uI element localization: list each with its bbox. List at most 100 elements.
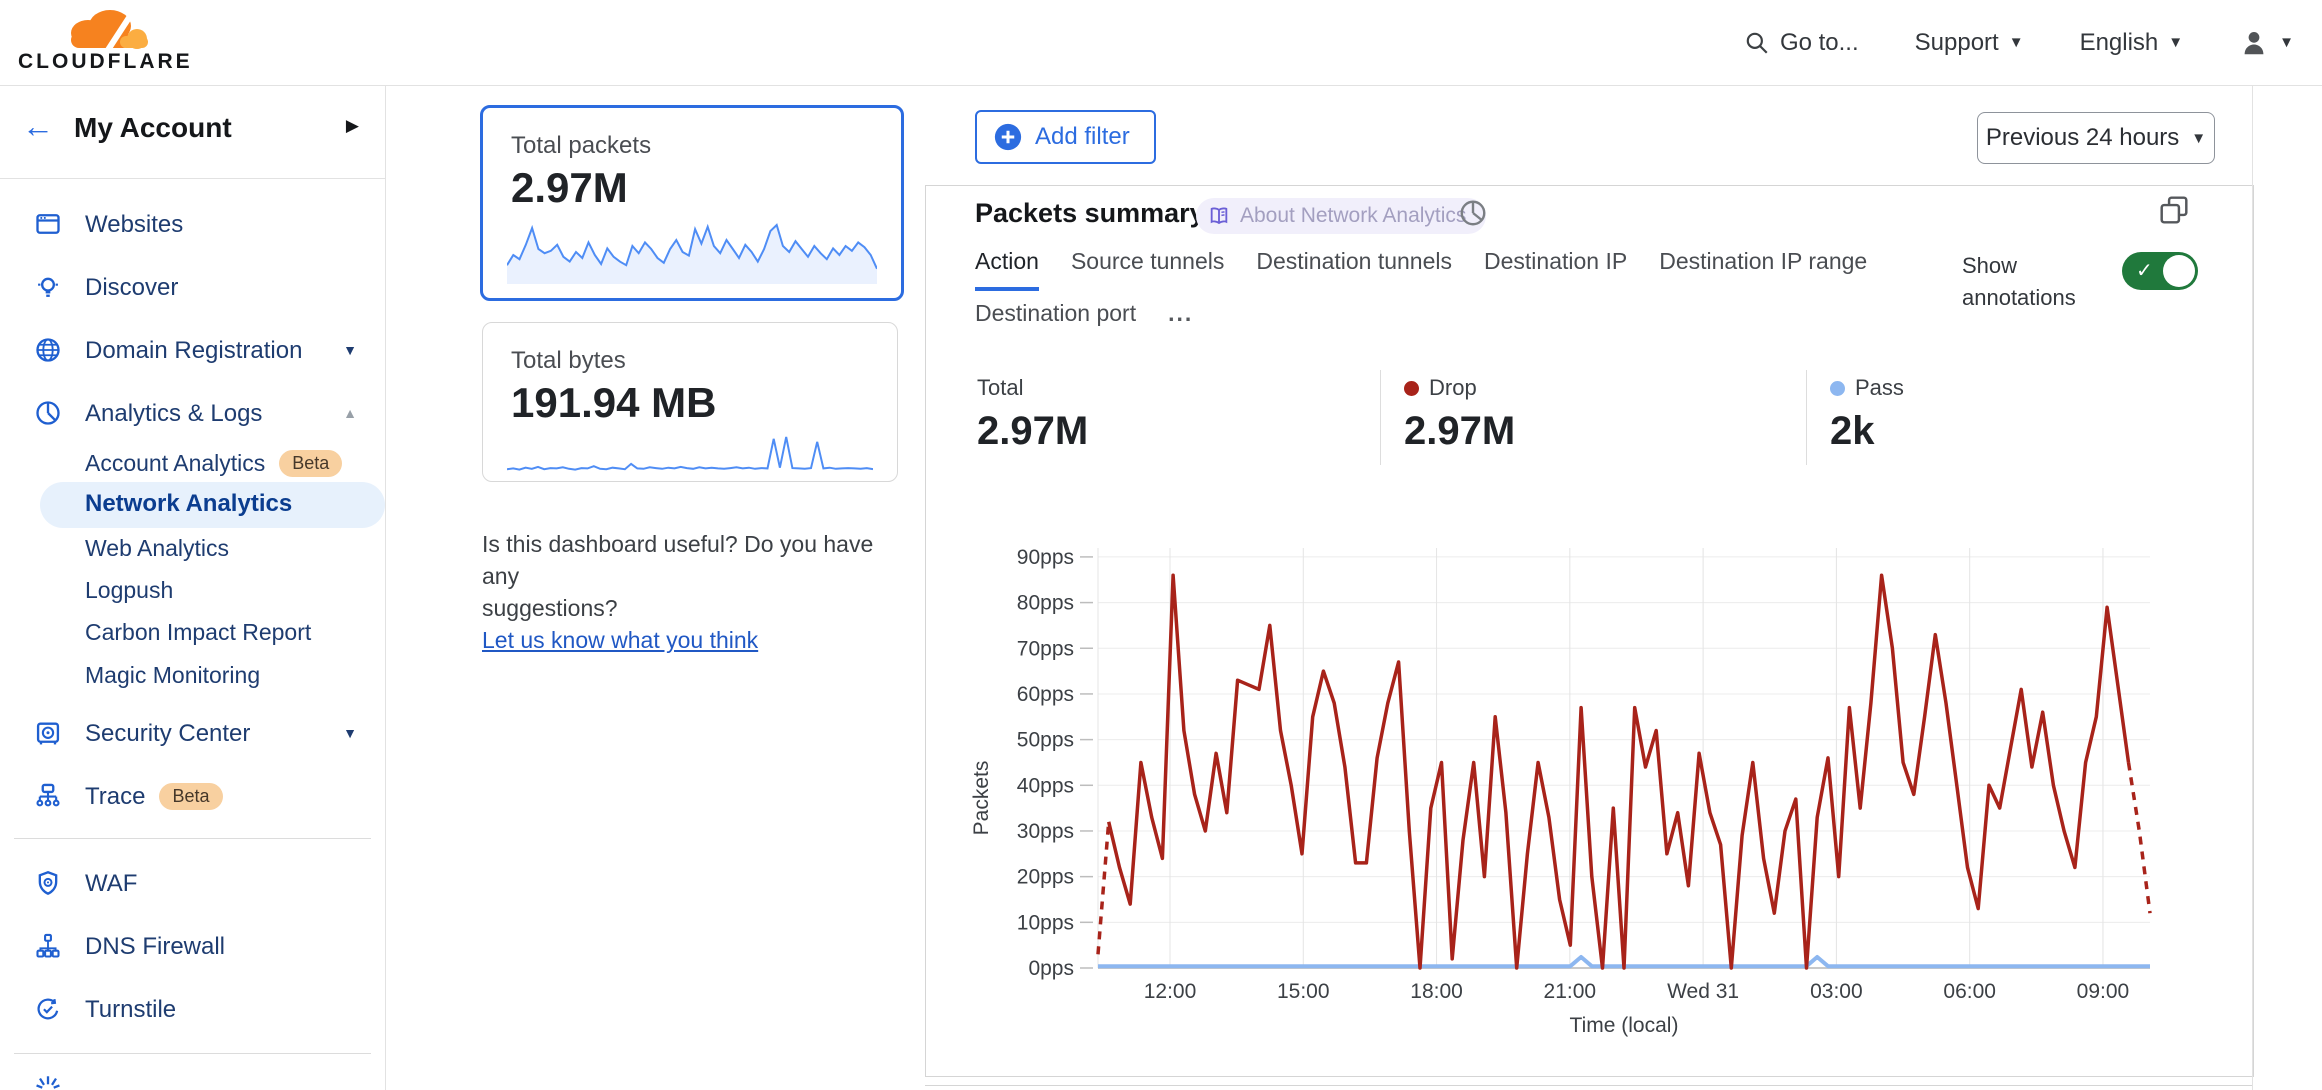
chevron-down-icon: ▼ (2191, 130, 2206, 147)
feedback-link[interactable]: Let us know what you think (482, 627, 758, 653)
chevron-down-icon: ▼ (2009, 34, 2024, 51)
card-value: 191.94 MB (511, 379, 716, 427)
stat-pass-value: 2k (1830, 409, 1904, 454)
check-icon: ✓ (2136, 258, 2153, 283)
expand-panel-icon[interactable] (2158, 194, 2190, 226)
stat-pass: Pass 2k (1830, 375, 1904, 454)
sidebar-item-network-analytics[interactable]: Network Analytics (40, 482, 385, 528)
svg-text:12:00: 12:00 (1144, 980, 1197, 1003)
beta-badge: Beta (159, 783, 222, 810)
cloudflare-cloud-icon (58, 6, 154, 52)
packets-sparkline (507, 218, 877, 284)
svg-text:10pps: 10pps (1017, 911, 1074, 934)
pie-chart-icon[interactable] (1458, 198, 1488, 228)
tabs-overflow-button[interactable]: ... (1168, 300, 1193, 339)
sidebar-item-turnstile[interactable]: Turnstile (0, 987, 385, 1031)
svg-text:18:00: 18:00 (1410, 980, 1463, 1003)
tab-destination-tunnels[interactable]: Destination tunnels (1256, 248, 1452, 291)
sidebar-item-security-center[interactable]: Security Center ▼ (0, 711, 385, 755)
sidebar-item-analytics-logs[interactable]: Analytics & Logs ▲ (0, 391, 385, 435)
sidebar-item-magic-monitoring[interactable]: Magic Monitoring (0, 656, 385, 696)
sidebar-item-trace[interactable]: TraceBeta (0, 774, 385, 818)
packets-time-series-chart[interactable]: 0pps10pps20pps30pps40pps50pps60pps70pps8… (960, 540, 2210, 1048)
hierarchy-icon (34, 932, 62, 960)
sidebar-item-logpush[interactable]: Logpush (0, 571, 385, 611)
sidebar-item-discover[interactable]: Discover (0, 265, 385, 309)
stat-total: Total 2.97M (977, 375, 1088, 454)
chevron-down-icon: ▼ (2279, 34, 2294, 51)
svg-text:30pps: 30pps (1017, 820, 1074, 843)
language-menu[interactable]: English ▼ (2080, 29, 2184, 57)
book-icon (1208, 205, 1230, 227)
tab-action[interactable]: Action (975, 248, 1039, 291)
search-icon (1744, 30, 1770, 56)
pie-chart-icon (34, 399, 62, 427)
svg-text:Packets: Packets (970, 761, 993, 836)
tab-destination-ip[interactable]: Destination IP (1484, 248, 1627, 291)
chevron-up-icon: ▲ (343, 405, 357, 421)
account-menu[interactable]: ▼ (2239, 28, 2294, 58)
chevron-down-icon: ▼ (2168, 34, 2183, 51)
go-to-label: Go to... (1780, 29, 1859, 57)
divider (14, 1053, 371, 1054)
browser-window-icon (34, 210, 62, 238)
sidebar-item-dns-firewall[interactable]: DNS Firewall (0, 924, 385, 968)
tab-destination-ip-range[interactable]: Destination IP range (1659, 248, 1867, 291)
total-bytes-card[interactable]: Total bytes 191.94 MB (482, 322, 898, 482)
about-network-analytics-badge[interactable]: About Network Analytics (1196, 198, 1486, 234)
account-header: ← My Account ▶ (0, 86, 385, 178)
sidebar-item-carbon-impact-report[interactable]: Carbon Impact Report (0, 613, 385, 653)
tab-source-tunnels[interactable]: Source tunnels (1071, 248, 1224, 291)
svg-text:50pps: 50pps (1017, 729, 1074, 752)
sidebar-item-account-analytics[interactable]: Account AnalyticsBeta (0, 444, 385, 484)
chevron-down-icon: ▼ (343, 342, 357, 358)
svg-text:Time (local): Time (local) (1570, 1014, 1679, 1037)
add-filter-button[interactable]: Add filter (975, 110, 1156, 164)
sidebar-item-websites[interactable]: Websites (0, 202, 385, 246)
svg-text:03:00: 03:00 (1810, 980, 1863, 1003)
dimension-tabs-row1: Action Source tunnels Destination tunnel… (975, 248, 1867, 291)
globe-icon (34, 336, 62, 364)
support-menu[interactable]: Support ▼ (1915, 29, 2024, 57)
go-to-search[interactable]: Go to... (1744, 29, 1859, 57)
chevron-right-icon[interactable]: ▶ (346, 116, 359, 136)
svg-text:80pps: 80pps (1017, 592, 1074, 615)
divider (1380, 370, 1381, 465)
burst-icon (34, 1074, 62, 1090)
lightbulb-icon (34, 273, 62, 301)
divider (14, 838, 371, 839)
chevron-down-icon: ▼ (343, 725, 357, 741)
beta-badge: Beta (279, 450, 342, 477)
show-annotations-toggle[interactable]: ✓ (2122, 252, 2198, 290)
time-range-dropdown[interactable]: Previous 24 hours ▼ (1977, 112, 2215, 164)
shield-gear-icon (34, 869, 62, 897)
svg-text:70pps: 70pps (1017, 637, 1074, 660)
tab-destination-port[interactable]: Destination port (975, 300, 1136, 339)
sidebar-item-domain-registration[interactable]: Domain Registration ▼ (0, 328, 385, 372)
divider (1806, 370, 1807, 465)
feedback-text: Is this dashboard useful? Do you have an… (482, 528, 912, 592)
dimension-tabs-row2: Destination port ... (975, 300, 1193, 339)
total-packets-card[interactable]: Total packets 2.97M (480, 105, 904, 301)
sidebar-item-waf[interactable]: WAF (0, 861, 385, 905)
panel-title: Packets summary (975, 198, 1205, 229)
flowchart-icon (34, 782, 62, 810)
drop-legend-dot (1404, 381, 1419, 396)
card-value: 2.97M (511, 164, 628, 212)
stat-drop: Drop 2.97M (1404, 375, 1515, 454)
card-label: Total packets (511, 132, 651, 160)
stat-drop-value: 2.97M (1404, 409, 1515, 454)
cloudflare-logo[interactable]: CLOUDFLARE (18, 4, 188, 82)
svg-text:0pps: 0pps (1028, 957, 1074, 980)
bytes-sparkline (507, 431, 873, 475)
user-icon (2239, 28, 2269, 58)
back-arrow-icon[interactable]: ← (22, 108, 54, 145)
svg-text:09:00: 09:00 (2077, 980, 2130, 1003)
svg-text:15:00: 15:00 (1277, 980, 1330, 1003)
svg-text:Wed 31: Wed 31 (1667, 980, 1739, 1003)
safe-icon (34, 719, 62, 747)
svg-text:21:00: 21:00 (1544, 980, 1597, 1003)
sidebar-item-web-analytics[interactable]: Web Analytics (0, 529, 385, 569)
divider (0, 178, 385, 179)
plus-circle-icon (993, 122, 1023, 152)
